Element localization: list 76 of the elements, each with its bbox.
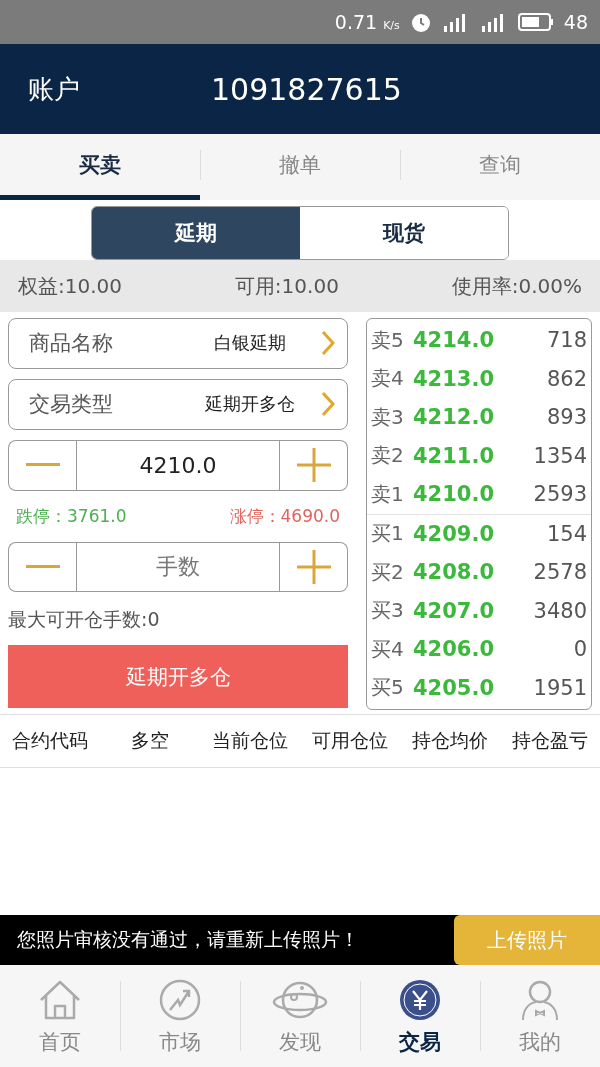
account-stat: 使用率:0.00% [451, 272, 582, 300]
increase-button[interactable] [280, 541, 348, 593]
level-label: 买4 [371, 635, 405, 663]
level-price: 4208.0 [413, 560, 495, 585]
nav-item[interactable]: 我的 [480, 965, 600, 1067]
column-header: 合约代码 [11, 728, 89, 753]
level-label: 买3 [371, 597, 405, 625]
tab[interactable]: 买卖 [0, 134, 200, 200]
minus-icon [25, 463, 60, 468]
nav-item[interactable]: 交易 [360, 965, 480, 1067]
price-input[interactable]: 4210.0 [76, 439, 280, 491]
submit-button[interactable]: 延期开多仓 [8, 645, 348, 708]
increase-button[interactable] [280, 439, 348, 491]
account-number: 1091827615 [211, 71, 402, 107]
max-lots-text: 最大可开仓手数:0 [8, 606, 161, 632]
nav-item[interactable]: 市场 [120, 965, 240, 1067]
alarm-icon [409, 11, 432, 33]
chevron-right-icon [321, 391, 335, 418]
segment-button[interactable]: 延期 [92, 207, 300, 259]
level-label: 买1 [371, 520, 405, 548]
banner-message: 您照片审核没有通过，请重新上传照片！ [16, 927, 360, 952]
selector-field[interactable]: 商品名称 白银延期 [8, 318, 348, 369]
level-price: 4212.0 [413, 405, 495, 430]
level-volume: 0 [573, 637, 587, 662]
selector-field[interactable]: 交易类型 延期开多仓 [8, 378, 348, 430]
network-speed: 0.71 K/s [334, 11, 400, 33]
level-volume: 1354 [533, 443, 587, 468]
upload-button[interactable]: 上传照片 [454, 915, 600, 965]
column-header: 可用仓位 [311, 728, 389, 753]
limit-up: 涨停：4690.0 [229, 504, 340, 528]
level-price: 4211.0 [413, 443, 495, 468]
level-volume: 3480 [533, 598, 587, 623]
level-label: 卖2 [371, 442, 405, 470]
battery-icon [517, 13, 554, 31]
battery-percent: 48 [563, 11, 588, 33]
column-header: 持仓均价 [411, 728, 489, 753]
level-label: 卖5 [371, 326, 405, 354]
tab[interactable]: 撤单 [200, 134, 400, 200]
level-volume: 154 [546, 521, 587, 546]
level-price: 4213.0 [413, 366, 495, 391]
level-volume: 862 [546, 366, 587, 391]
level-volume: 2578 [533, 560, 587, 585]
column-header: 当前仓位 [211, 728, 289, 753]
level-price: 4209.0 [413, 521, 495, 546]
level-label: 买2 [371, 558, 405, 586]
minus-icon [25, 564, 60, 569]
nav-item[interactable]: 发现 [240, 965, 360, 1067]
lots-input[interactable]: 手数 [76, 541, 280, 593]
chevron-right-icon [321, 330, 335, 357]
level-label: 卖1 [371, 480, 405, 508]
level-label: 卖3 [371, 403, 405, 431]
account-stat: 权益:10.00 [18, 272, 122, 300]
level-price: 4214.0 [413, 328, 495, 353]
level-volume: 2593 [533, 482, 587, 507]
limit-down: 跌停：3761.0 [16, 504, 127, 528]
column-header: 持仓盈亏 [511, 728, 589, 753]
decrease-button[interactable] [8, 439, 76, 491]
level-price: 4205.0 [413, 675, 495, 700]
level-price: 4207.0 [413, 598, 495, 623]
level-volume: 893 [546, 405, 587, 430]
yen-coin-icon [398, 978, 442, 1022]
plus-icon [296, 549, 331, 584]
level-volume: 718 [546, 328, 587, 353]
level-price: 4210.0 [413, 482, 495, 507]
tab[interactable]: 查询 [400, 134, 600, 200]
nav-item[interactable]: 首页 [0, 965, 120, 1067]
level-label: 卖4 [371, 365, 405, 393]
decrease-button[interactable] [8, 541, 76, 593]
column-header: 多空 [130, 728, 170, 753]
plus-icon [296, 448, 331, 483]
level-volume: 1951 [533, 675, 587, 700]
level-label: 买5 [371, 674, 405, 702]
level-price: 4206.0 [413, 637, 495, 662]
header-title: 账户 [28, 72, 81, 106]
home-icon [38, 978, 82, 1022]
account-stat: 可用:10.00 [234, 272, 339, 300]
